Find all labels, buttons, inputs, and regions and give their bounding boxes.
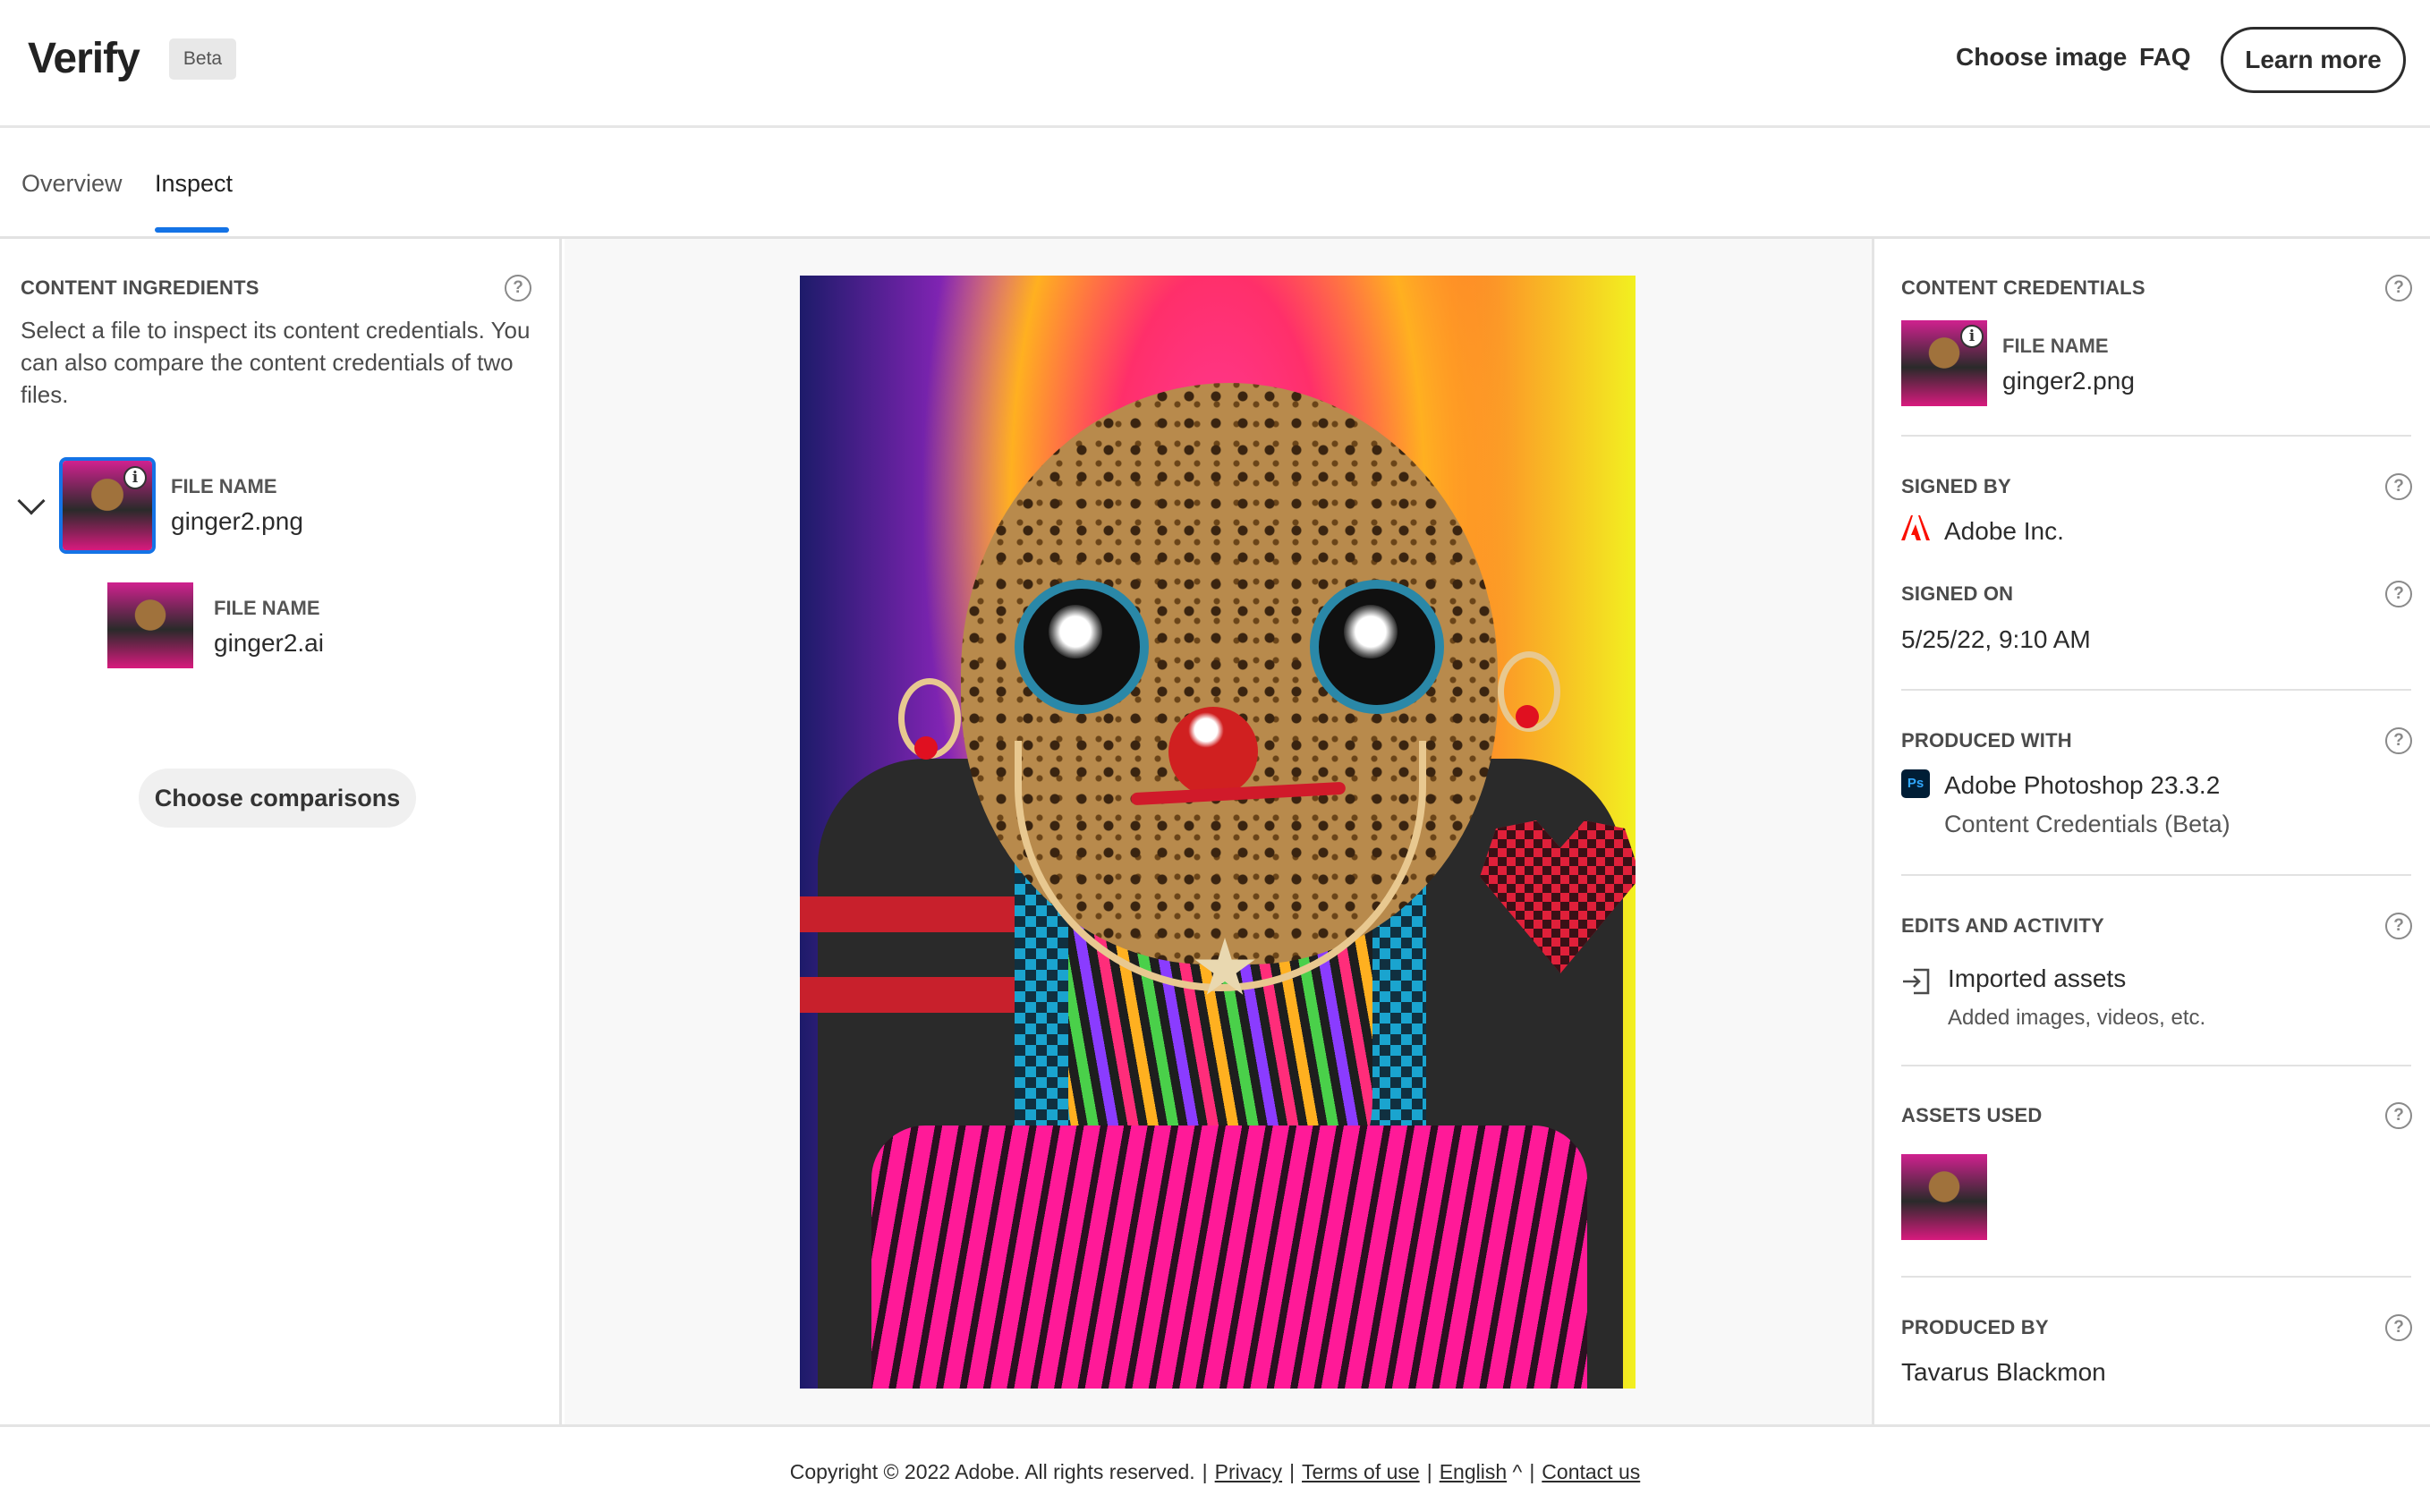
produced-with-label: PRODUCED WITH [1901, 729, 2072, 752]
assets-used-label: ASSETS USED [1901, 1104, 2043, 1126]
content-ingredients-panel: CONTENT INGREDIENTS ? Select a file to i… [0, 239, 562, 1424]
section-divider [1901, 689, 2411, 691]
help-icon[interactable]: ? [2385, 581, 2412, 607]
help-icon[interactable]: ? [2385, 275, 2412, 302]
contact-link[interactable]: Contact us [1542, 1460, 1640, 1483]
produced-with-app: Adobe Photoshop 23.3.2 [1944, 771, 2221, 799]
art-earring-dot [1516, 705, 1539, 728]
adobe-logo-icon [1901, 515, 1930, 540]
edits-activity-label: EDITS AND ACTIVITY [1901, 914, 2104, 937]
edits-activity-title: Imported assets [1948, 964, 2127, 992]
beta-badge: Beta [169, 38, 236, 80]
art-eye [1015, 580, 1149, 714]
learn-more-button[interactable]: Learn more [2221, 27, 2406, 93]
help-icon[interactable]: ? [2385, 1102, 2412, 1129]
faq-link[interactable]: FAQ [2139, 43, 2191, 72]
privacy-link[interactable]: Privacy [1215, 1460, 1282, 1483]
signed-on-value: 5/25/22, 9:10 AM [1901, 625, 2091, 653]
signed-by-label: SIGNED BY [1901, 475, 2011, 497]
asset-thumbnail[interactable] [1901, 1154, 1987, 1240]
art-earring-dot [914, 736, 938, 760]
info-icon[interactable]: i [1960, 325, 1984, 348]
file-name-value[interactable]: ginger2.ai [214, 629, 324, 658]
file-thumbnail[interactable] [107, 582, 193, 668]
tab-inspect[interactable]: Inspect [155, 170, 233, 198]
art-stripe [800, 896, 1015, 932]
file-name-value: ginger2.png [2002, 367, 2135, 395]
section-divider [1901, 874, 2411, 876]
info-icon[interactable]: i [123, 466, 147, 489]
file-name-label: FILE NAME [2002, 335, 2109, 357]
active-tab-indicator [155, 227, 229, 233]
file-name-label: FILE NAME [171, 475, 277, 497]
footer-divider [0, 1424, 2430, 1427]
help-icon[interactable]: ? [2385, 473, 2412, 500]
art-pink-stripes [871, 1126, 1587, 1389]
section-divider [1901, 1065, 2411, 1066]
section-divider [1901, 435, 2411, 437]
photoshop-icon: Ps [1901, 769, 1930, 798]
content-credentials-title: CONTENT CREDENTIALS [1901, 276, 2145, 299]
help-icon[interactable]: ? [2385, 727, 2412, 754]
signed-on-label: SIGNED ON [1901, 582, 2014, 605]
produced-with-sub: Content Credentials (Beta) [1944, 811, 2230, 837]
copyright-text: Copyright © 2022 Adobe. All rights reser… [789, 1460, 1195, 1483]
tab-overview[interactable]: Overview [21, 170, 123, 198]
thumbnail-image [107, 582, 193, 668]
produced-by-value: Tavarus Blackmon [1901, 1358, 2106, 1386]
file-name-value[interactable]: ginger2.png [171, 507, 303, 536]
caret-up-icon[interactable]: ^ [1513, 1460, 1523, 1483]
file-name-label: FILE NAME [214, 597, 320, 619]
content-ingredients-description: Select a file to inspect its content cre… [21, 317, 531, 408]
thumbnail-image [1901, 1154, 1987, 1240]
tab-bar: Overview Inspect [0, 131, 2430, 239]
edits-activity-sub: Added images, videos, etc. [1948, 1006, 2206, 1030]
help-icon[interactable]: ? [2385, 913, 2412, 939]
help-icon[interactable]: ? [505, 275, 531, 302]
verify-logo[interactable]: Verify [28, 34, 140, 83]
import-icon [1903, 968, 1930, 995]
footer: Copyright © 2022 Adobe. All rights reser… [789, 1460, 1641, 1483]
content-ingredients-title: CONTENT INGREDIENTS [21, 276, 259, 299]
help-icon[interactable]: ? [2385, 1314, 2412, 1341]
produced-by-label: PRODUCED BY [1901, 1316, 2049, 1338]
choose-comparisons-button[interactable]: Choose comparisons [139, 769, 416, 828]
art-stripe [800, 977, 1015, 1013]
terms-link[interactable]: Terms of use [1302, 1460, 1420, 1483]
choose-image-link[interactable]: Choose image [1956, 43, 2127, 72]
top-header: Verify Beta Choose image FAQ Learn more [0, 0, 2430, 128]
chevron-down-icon[interactable] [17, 487, 46, 515]
art-eye [1310, 580, 1444, 714]
section-divider [1901, 1276, 2411, 1278]
language-link[interactable]: English [1440, 1460, 1507, 1483]
artwork-preview [800, 276, 1636, 1389]
signed-by-value: Adobe Inc. [1944, 517, 2064, 545]
